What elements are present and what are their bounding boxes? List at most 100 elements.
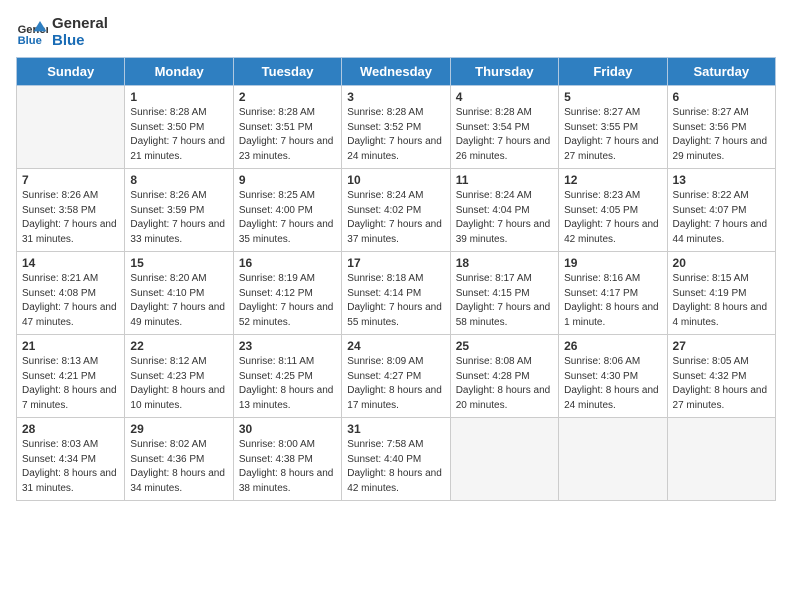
week-row-2: 7Sunrise: 8:26 AMSunset: 3:58 PMDaylight… — [17, 169, 776, 252]
col-header-wednesday: Wednesday — [342, 58, 450, 86]
calendar-table: SundayMondayTuesdayWednesdayThursdayFrid… — [16, 57, 776, 501]
week-row-3: 14Sunrise: 8:21 AMSunset: 4:08 PMDayligh… — [17, 252, 776, 335]
cell-info: Sunrise: 8:20 AMSunset: 4:10 PMDaylight:… — [130, 272, 227, 330]
cell-info: Sunrise: 8:22 AMSunset: 4:07 PMDaylight:… — [673, 189, 770, 247]
col-header-friday: Friday — [559, 58, 667, 86]
calendar-cell: 17 Sunrise: 8:18 AMSunset: 4:14 PMDayligh… — [342, 252, 450, 335]
header-row: SundayMondayTuesdayWednesdayThursdayFrid… — [17, 58, 776, 86]
day-number: 26 — [564, 339, 661, 353]
cell-info: Sunrise: 8:05 AMSunset: 4:32 PMDaylight:… — [673, 355, 770, 413]
col-header-saturday: Saturday — [667, 58, 775, 86]
calendar-cell: 25Sunrise: 8:08 AMSunset: 4:28 PMDayligh… — [450, 335, 558, 418]
week-row-1: 1 Sunrise: 8:28 AMSunset: 3:50 PMDaylight… — [17, 86, 776, 169]
calendar-cell: 20 Sunrise: 8:15 AMSunset: 4:19 PMDayligh… — [667, 252, 775, 335]
day-number: 24 — [347, 339, 444, 353]
svg-text:Blue: Blue — [18, 35, 42, 47]
col-header-tuesday: Tuesday — [233, 58, 341, 86]
calendar-cell: 15Sunrise: 8:20 AMSunset: 4:10 PMDayligh… — [125, 252, 233, 335]
day-number: 3 — [347, 90, 444, 104]
calendar-cell: 22Sunrise: 8:12 AMSunset: 4:23 PMDayligh… — [125, 335, 233, 418]
day-number: 17 — [347, 256, 444, 270]
col-header-thursday: Thursday — [450, 58, 558, 86]
logo: General Blue General Blue — [16, 16, 108, 49]
logo-line1: General — [52, 16, 108, 33]
calendar-cell: 18 Sunrise: 8:17 AMSunset: 4:15 PMDayligh… — [450, 252, 558, 335]
calendar-cell: 13 Sunrise: 8:22 AMSunset: 4:07 PMDayligh… — [667, 169, 775, 252]
day-number: 11 — [456, 173, 553, 187]
cell-info: Sunrise: 8:19 AMSunset: 4:12 PMDaylight:… — [239, 272, 336, 330]
calendar-cell: 21Sunrise: 8:13 AMSunset: 4:21 PMDayligh… — [17, 335, 125, 418]
day-number: 13 — [673, 173, 770, 187]
calendar-cell: 14Sunrise: 8:21 AMSunset: 4:08 PMDayligh… — [17, 252, 125, 335]
calendar-cell — [450, 418, 558, 501]
cell-info: Sunrise: 8:18 AMSunset: 4:14 PMDaylight:… — [347, 272, 444, 330]
day-number: 20 — [673, 256, 770, 270]
cell-info: Sunrise: 8:03 AMSunset: 4:34 PMDaylight:… — [22, 438, 119, 496]
col-header-monday: Monday — [125, 58, 233, 86]
calendar-cell: 26 Sunrise: 8:06 AMSunset: 4:30 PMDayligh… — [559, 335, 667, 418]
cell-info: Sunrise: 8:28 AMSunset: 3:51 PMDaylight:… — [239, 106, 336, 164]
calendar-cell: 5Sunrise: 8:27 AMSunset: 3:55 PMDaylight… — [559, 86, 667, 169]
week-row-4: 21Sunrise: 8:13 AMSunset: 4:21 PMDayligh… — [17, 335, 776, 418]
day-number: 16 — [239, 256, 336, 270]
day-number: 9 — [239, 173, 336, 187]
cell-info: Sunrise: 8:27 AMSunset: 3:56 PMDaylight:… — [673, 106, 770, 164]
calendar-cell — [559, 418, 667, 501]
cell-info: Sunrise: 8:24 AMSunset: 4:04 PMDaylight:… — [456, 189, 553, 247]
calendar-cell: 10Sunrise: 8:24 AMSunset: 4:02 PMDayligh… — [342, 169, 450, 252]
cell-info: Sunrise: 8:12 AMSunset: 4:23 PMDaylight:… — [130, 355, 227, 413]
col-header-sunday: Sunday — [17, 58, 125, 86]
cell-info: Sunrise: 8:16 AMSunset: 4:17 PMDaylight:… — [564, 272, 661, 330]
calendar-cell: 6 Sunrise: 8:27 AMSunset: 3:56 PMDaylight… — [667, 86, 775, 169]
day-number: 4 — [456, 90, 553, 104]
calendar-cell: 19 Sunrise: 8:16 AMSunset: 4:17 PMDayligh… — [559, 252, 667, 335]
cell-info: Sunrise: 8:28 AMSunset: 3:54 PMDaylight:… — [456, 106, 553, 164]
cell-info: Sunrise: 8:17 AMSunset: 4:15 PMDaylight:… — [456, 272, 553, 330]
calendar-cell: 30 Sunrise: 8:00 AMSunset: 4:38 PMDayligh… — [233, 418, 341, 501]
calendar-cell: 9Sunrise: 8:25 AMSunset: 4:00 PMDaylight… — [233, 169, 341, 252]
calendar-cell: 16 Sunrise: 8:19 AMSunset: 4:12 PMDayligh… — [233, 252, 341, 335]
calendar-cell: 12Sunrise: 8:23 AMSunset: 4:05 PMDayligh… — [559, 169, 667, 252]
calendar-cell: 27 Sunrise: 8:05 AMSunset: 4:32 PMDayligh… — [667, 335, 775, 418]
cell-info: Sunrise: 8:28 AMSunset: 3:50 PMDaylight:… — [130, 106, 227, 164]
calendar-cell: 7Sunrise: 8:26 AMSunset: 3:58 PMDaylight… — [17, 169, 125, 252]
logo-icon: General Blue — [16, 17, 48, 49]
day-number: 30 — [239, 422, 336, 436]
day-number: 6 — [673, 90, 770, 104]
cell-info: Sunrise: 8:23 AMSunset: 4:05 PMDaylight:… — [564, 189, 661, 247]
day-number: 19 — [564, 256, 661, 270]
cell-info: Sunrise: 8:15 AMSunset: 4:19 PMDaylight:… — [673, 272, 770, 330]
calendar-cell: 4 Sunrise: 8:28 AMSunset: 3:54 PMDaylight… — [450, 86, 558, 169]
cell-info: Sunrise: 8:26 AMSunset: 3:59 PMDaylight:… — [130, 189, 227, 247]
day-number: 8 — [130, 173, 227, 187]
day-number: 31 — [347, 422, 444, 436]
cell-info: Sunrise: 8:27 AMSunset: 3:55 PMDaylight:… — [564, 106, 661, 164]
day-number: 10 — [347, 173, 444, 187]
cell-info: Sunrise: 8:00 AMSunset: 4:38 PMDaylight:… — [239, 438, 336, 496]
day-number: 18 — [456, 256, 553, 270]
calendar-cell: 24Sunrise: 8:09 AMSunset: 4:27 PMDayligh… — [342, 335, 450, 418]
calendar-cell: 2 Sunrise: 8:28 AMSunset: 3:51 PMDaylight… — [233, 86, 341, 169]
cell-info: Sunrise: 8:13 AMSunset: 4:21 PMDaylight:… — [22, 355, 119, 413]
cell-info: Sunrise: 8:06 AMSunset: 4:30 PMDaylight:… — [564, 355, 661, 413]
week-row-5: 28 Sunrise: 8:03 AMSunset: 4:34 PMDayligh… — [17, 418, 776, 501]
calendar-cell: 29Sunrise: 8:02 AMSunset: 4:36 PMDayligh… — [125, 418, 233, 501]
cell-info: Sunrise: 8:21 AMSunset: 4:08 PMDaylight:… — [22, 272, 119, 330]
cell-info: Sunrise: 7:58 AMSunset: 4:40 PMDaylight:… — [347, 438, 444, 496]
day-number: 25 — [456, 339, 553, 353]
calendar-cell — [667, 418, 775, 501]
calendar-cell: 1 Sunrise: 8:28 AMSunset: 3:50 PMDaylight… — [125, 86, 233, 169]
day-number: 1 — [130, 90, 227, 104]
calendar-cell: 28 Sunrise: 8:03 AMSunset: 4:34 PMDayligh… — [17, 418, 125, 501]
day-number: 28 — [22, 422, 119, 436]
cell-info: Sunrise: 8:26 AMSunset: 3:58 PMDaylight:… — [22, 189, 119, 247]
day-number: 29 — [130, 422, 227, 436]
day-number: 27 — [673, 339, 770, 353]
day-number: 2 — [239, 90, 336, 104]
header: General Blue General Blue — [16, 16, 776, 49]
calendar-cell: 3Sunrise: 8:28 AMSunset: 3:52 PMDaylight… — [342, 86, 450, 169]
logo-line2: Blue — [52, 33, 108, 50]
day-number: 23 — [239, 339, 336, 353]
calendar-cell: 8 Sunrise: 8:26 AMSunset: 3:59 PMDaylight… — [125, 169, 233, 252]
cell-info: Sunrise: 8:11 AMSunset: 4:25 PMDaylight:… — [239, 355, 336, 413]
